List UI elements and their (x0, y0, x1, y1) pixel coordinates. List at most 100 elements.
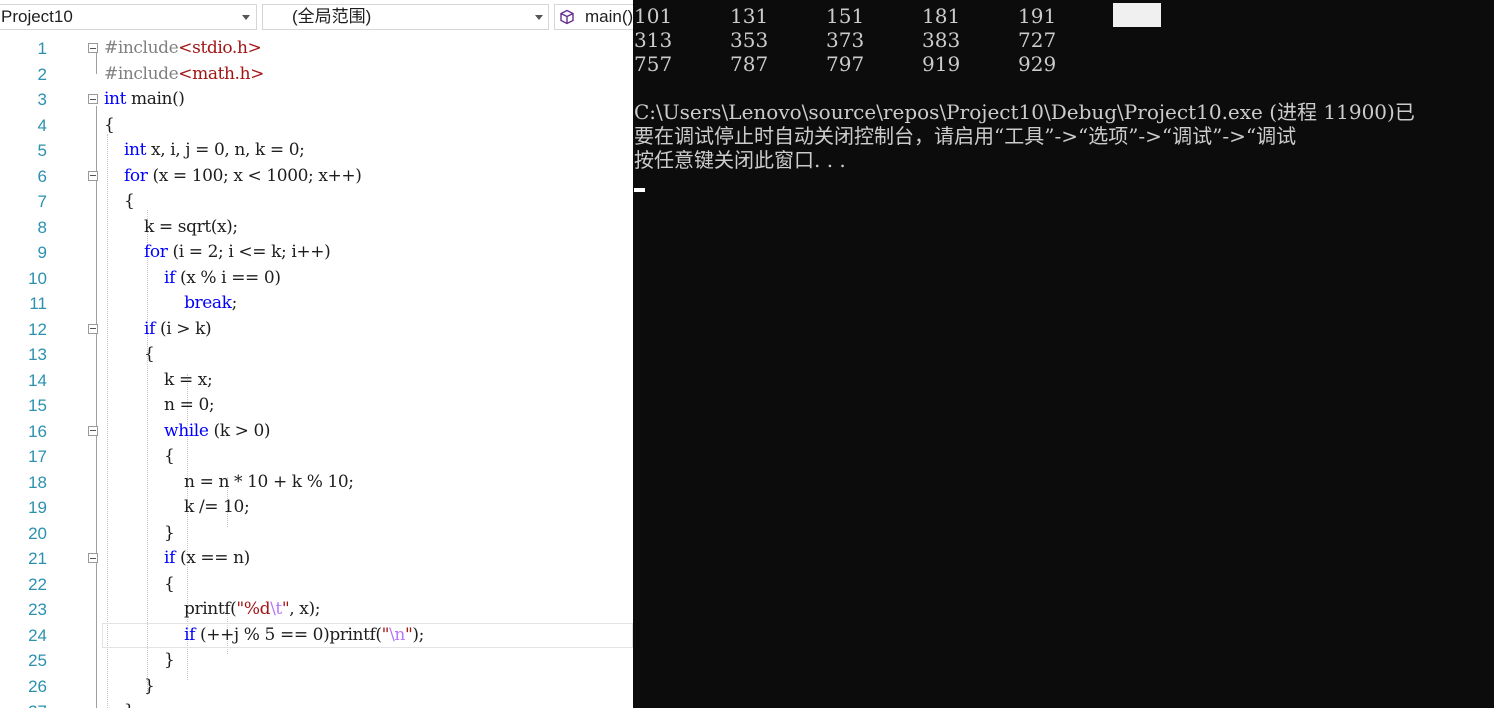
line-number: 22 (28, 574, 47, 594)
line-number: 10 (28, 268, 47, 288)
line-number: 14 (28, 370, 47, 390)
code-text: for (x = 100; x < 1000; x++) (124, 165, 362, 186)
collapse-toggle[interactable] (88, 323, 98, 334)
output-value: 383 (922, 28, 961, 52)
code-line[interactable]: 17 { (0, 444, 633, 470)
code-line[interactable]: 22 { (0, 572, 633, 598)
console-press-key-message: 按任意键关闭此窗口. . . (634, 148, 846, 172)
line-number: 9 (37, 243, 47, 262)
code-text: { (104, 114, 115, 135)
line-number: 15 (28, 396, 47, 415)
line-number: 27 (0, 699, 47, 708)
navigation-bar: Project10 (全局范围) main() (0, 0, 633, 34)
code-text: { (104, 446, 175, 466)
line-number: 21 (28, 549, 47, 568)
collapse-toggle[interactable] (88, 425, 98, 436)
line-number: 11 (29, 294, 47, 313)
output-value: 757 (634, 52, 673, 76)
chevron-down-icon (535, 15, 543, 20)
code-line[interactable]: 21 if (x == n) (0, 546, 633, 572)
code-text: k = sqrt(x); (104, 216, 238, 237)
code-text: break; (184, 293, 237, 313)
code-line[interactable]: 6 for (x = 100; x < 1000; x++) (0, 164, 633, 190)
console-selection-block (1113, 3, 1161, 27)
code-text: if (++j % 5 == 0)printf("\n"); (184, 624, 424, 645)
code-line[interactable]: 16 while (k > 0) (0, 419, 633, 445)
output-value: 101 (634, 4, 673, 28)
code-line[interactable]: 24 if (++j % 5 == 0)printf("\n"); (0, 623, 633, 649)
code-line[interactable]: 14 k = x; (0, 368, 633, 394)
code-line[interactable]: 1 #include<stdio.h> (0, 36, 633, 62)
code-text: n = n * 10 + k % 10; (104, 471, 354, 492)
collapse-toggle[interactable] (88, 43, 98, 53)
code-text: int main() (104, 89, 185, 109)
code-text: { (104, 191, 135, 211)
line-number: 4 (37, 115, 47, 135)
output-value: 151 (826, 4, 865, 28)
collapse-toggle[interactable] (88, 170, 98, 181)
code-line[interactable]: 4 { (0, 113, 633, 139)
output-value: 797 (826, 52, 865, 76)
output-value: 181 (922, 4, 961, 28)
code-line[interactable]: 3 int main() (0, 87, 633, 113)
code-text: k /= 10; (104, 497, 250, 517)
member-dropdown[interactable]: main() (554, 4, 633, 30)
line-number: 13 (28, 345, 47, 364)
line-number: 5 (37, 141, 47, 160)
console-window[interactable]: 101 131 151 181 191 313 353 373 383 727 … (633, 0, 1494, 708)
line-number: 24 (28, 625, 47, 645)
chevron-down-icon (242, 15, 250, 20)
line-number: 1 (37, 39, 47, 58)
code-line[interactable]: 5 int x, i, j = 0, n, k = 0; (0, 138, 633, 164)
code-line[interactable]: 7 { (0, 189, 633, 215)
method-cube-icon (560, 9, 574, 25)
code-line[interactable]: 2 #include<math.h> (0, 62, 633, 88)
member-dropdown-label: main() (585, 7, 633, 26)
code-line[interactable]: 20 } (0, 521, 633, 547)
code-line[interactable]: 15 n = 0; (0, 393, 633, 419)
code-text: } (104, 675, 155, 696)
output-value: 919 (922, 52, 961, 76)
code-line[interactable]: 12 if (i > k) (0, 317, 633, 343)
code-line[interactable]: 18 n = n * 10 + k % 10; (0, 470, 633, 496)
collapse-toggle[interactable] (88, 553, 98, 563)
code-line[interactable]: 27 } (0, 699, 633, 708)
line-number: 16 (28, 421, 47, 441)
line-number: 23 (28, 600, 47, 619)
code-text: if (x == n) (164, 548, 250, 568)
code-text: #include<stdio.h> (104, 38, 262, 58)
output-value: 727 (1018, 28, 1057, 52)
project-dropdown[interactable]: Project10 (0, 4, 257, 30)
output-value: 787 (730, 52, 769, 76)
code-text: } (104, 699, 135, 708)
code-editor[interactable]: Project10 (全局范围) main() 1 #include<stdio… (0, 0, 633, 708)
code-text: { (104, 344, 155, 364)
code-text: int x, i, j = 0, n, k = 0; (124, 140, 305, 160)
code-text: n = 0; (104, 395, 215, 415)
code-line[interactable]: 23 printf("%d\t", x); (0, 597, 633, 623)
scope-dropdown[interactable]: (全局范围) (262, 4, 549, 30)
code-line[interactable]: 8 k = sqrt(x); (0, 215, 633, 241)
code-area[interactable]: 1 #include<stdio.h> 2 #include<math.h> 3… (0, 34, 633, 708)
code-line[interactable]: 9 for (i = 2; i <= k; i++) (0, 240, 633, 266)
code-text: if (i > k) (144, 318, 212, 339)
line-number: 25 (28, 651, 47, 670)
code-line[interactable]: 11 break; (0, 291, 633, 317)
code-text: printf("%d\t", x); (104, 599, 321, 619)
code-line[interactable]: 25 } (0, 648, 633, 674)
line-number: 19 (28, 498, 47, 517)
code-text: for (i = 2; i <= k; i++) (144, 242, 331, 262)
code-line[interactable]: 26 } (0, 674, 633, 700)
code-line[interactable]: 19 k /= 10; (0, 495, 633, 521)
collapse-toggle[interactable] (88, 94, 98, 104)
output-value: 929 (1018, 52, 1057, 76)
code-text: #include<math.h> (104, 63, 264, 84)
code-line[interactable]: 10 if (x % i == 0) (0, 266, 633, 292)
console-cursor (634, 188, 645, 192)
line-number: 18 (28, 472, 47, 492)
output-value: 191 (1018, 4, 1057, 28)
line-number: 12 (28, 319, 47, 339)
code-line[interactable]: 13 { (0, 342, 633, 368)
code-text: while (k > 0) (164, 420, 271, 441)
line-number: 2 (37, 64, 47, 84)
